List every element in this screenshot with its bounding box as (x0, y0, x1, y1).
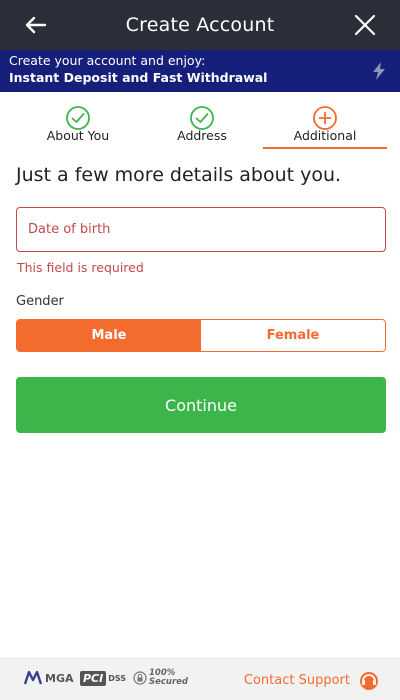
step-label: About You (46, 128, 110, 143)
footer-bar: MGA PCI DSS 100% Secured Contact Support (0, 658, 400, 700)
form-heading: Just a few more details about you. (16, 164, 342, 186)
top-bar: Create Account (0, 0, 400, 50)
lock-icon (133, 671, 147, 685)
gender-label: Gender (16, 294, 64, 309)
active-step-underline (263, 147, 387, 149)
page-title: Create Account (125, 14, 275, 36)
mga-logo-icon (24, 671, 42, 685)
date-of-birth-input[interactable] (17, 208, 385, 251)
step-about-you[interactable]: About You (16, 92, 140, 150)
dob-error-message: This field is required (17, 260, 144, 275)
pci-dss-badge: PCI DSS (80, 671, 126, 686)
close-icon[interactable] (352, 12, 378, 38)
contact-support-link[interactable]: Contact Support (244, 669, 380, 691)
banner-line-2: Instant Deposit and Fast Withdrawal (9, 70, 268, 85)
mga-badge: MGA (24, 671, 74, 685)
date-of-birth-field[interactable] (16, 207, 386, 252)
step-additional[interactable]: Additional (263, 92, 387, 150)
promo-banner: Create your account and enjoy: Instant D… (0, 50, 400, 92)
step-address[interactable]: Address (140, 92, 264, 150)
lightning-icon (370, 61, 388, 81)
gender-toggle: Male Female (16, 319, 386, 352)
step-label: Additional (293, 128, 357, 143)
gender-male-option[interactable]: Male (17, 320, 201, 351)
gender-female-option[interactable]: Female (201, 320, 385, 351)
progress-steps: About You Address Additional (0, 92, 400, 150)
continue-button[interactable]: Continue (16, 377, 386, 433)
back-arrow-icon[interactable] (22, 12, 50, 38)
step-label: Address (177, 128, 227, 143)
mga-text: MGA (45, 671, 74, 685)
banner-line-1: Create your account and enjoy: (9, 53, 206, 68)
headset-icon (360, 672, 378, 690)
pci-text: PCI (80, 671, 107, 686)
dss-text: DSS (108, 674, 127, 683)
secured-text: Secured (149, 677, 189, 687)
secured-badge: 100% Secured (133, 669, 188, 687)
contact-support-label: Contact Support (243, 672, 350, 688)
